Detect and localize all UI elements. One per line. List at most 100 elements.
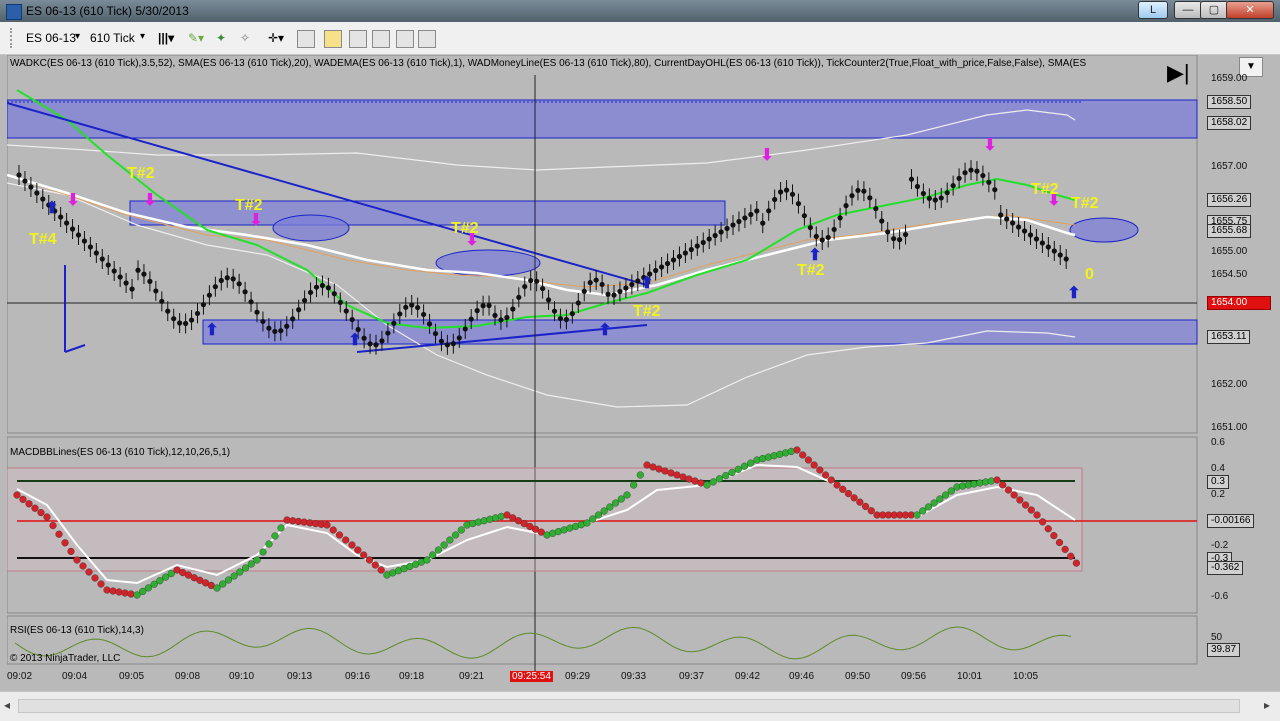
price-dot	[147, 278, 153, 284]
draw-tool-icon[interactable]: ✎▾	[188, 31, 204, 47]
x-tick: 09:05	[119, 671, 145, 682]
macd-dot	[833, 481, 841, 489]
price-dot	[974, 168, 980, 174]
price-dot	[581, 288, 587, 294]
macd-dot	[365, 556, 374, 564]
link-button[interactable]: L	[1138, 1, 1168, 19]
snapshot-icon[interactable]	[396, 30, 414, 48]
crosshair-icon[interactable]: ✛▾	[268, 31, 284, 47]
price-dot	[337, 299, 343, 306]
period-dropdown-icon[interactable]: ▾	[140, 31, 145, 47]
macd-dot	[103, 586, 111, 594]
x-tick: 09:10	[229, 671, 255, 682]
macd-dot	[839, 485, 847, 493]
macd-dot	[241, 564, 250, 572]
data-box-icon[interactable]	[324, 30, 342, 48]
macd-dot	[703, 481, 711, 489]
window-layout-icon[interactable]	[418, 30, 436, 48]
price-dot	[421, 311, 427, 318]
copyright: © 2013 NinjaTrader, LLC	[10, 653, 121, 664]
macd-dot	[799, 451, 807, 459]
price-dot	[700, 239, 706, 246]
price-dot	[694, 243, 700, 249]
trade-label: T#2	[235, 197, 263, 214]
instrument-dropdown-icon[interactable]: ▾	[75, 31, 80, 47]
period-selector[interactable]: 610 Tick	[90, 31, 135, 47]
scroll-left-icon[interactable]: ◂	[4, 698, 10, 712]
price-dot	[676, 253, 683, 260]
price-dot	[712, 232, 718, 239]
macd-dot	[856, 498, 864, 506]
price-dot	[75, 232, 82, 238]
minimize-button[interactable]: —	[1174, 1, 1202, 19]
price-dot	[34, 190, 40, 196]
price-dot	[474, 308, 480, 314]
macd-dot	[371, 561, 379, 569]
properties-icon[interactable]	[372, 30, 390, 48]
indicator-icon[interactable]: ✦	[216, 31, 226, 47]
chart-canvas[interactable]: ⬆⬆⬆⬆⬆⬆⬆⬇ ⬇⬇⬇⬇⬇⬇	[7, 55, 1270, 691]
macd-dot	[821, 471, 830, 479]
macd-dot	[19, 495, 27, 504]
x-tick: 09:21	[459, 671, 485, 682]
price-dot	[599, 281, 605, 288]
macd-y-tick: 0.2	[1211, 489, 1225, 500]
macd-dot	[1027, 506, 1035, 514]
price-indicator-legend: WADKC(ES 06-13 (610 Tick),3.5,52), SMA(E…	[10, 58, 1087, 69]
macd-dot	[360, 551, 368, 559]
macd-dot	[25, 500, 33, 508]
macd-dot	[265, 540, 273, 548]
macd-dot	[335, 531, 344, 539]
price-dot	[284, 323, 290, 329]
play-icon[interactable]: ▶|	[1167, 60, 1190, 86]
buy-arrow-icon: ⬆	[205, 322, 218, 339]
price-dot	[254, 309, 260, 315]
price-dot	[569, 311, 575, 317]
scroll-bar[interactable]: ◂ ▸	[0, 691, 1280, 721]
scroll-track[interactable]	[18, 699, 1240, 713]
macd-dot	[43, 513, 51, 521]
strategy-icon[interactable]: ✧	[240, 31, 250, 47]
price-dot	[879, 218, 885, 224]
price-dot	[688, 246, 694, 253]
chart-trader-icon[interactable]	[349, 30, 367, 48]
close-button[interactable]: ✕	[1226, 1, 1274, 19]
macd-dot	[259, 548, 267, 556]
price-dot	[403, 304, 409, 310]
macd-dot	[679, 473, 687, 481]
macd-dot	[919, 507, 927, 515]
price-dot	[373, 342, 379, 348]
price-dot	[391, 320, 397, 326]
macd-dot	[827, 476, 835, 484]
scroll-right-icon[interactable]: ▸	[1264, 698, 1270, 712]
macd-dot	[1016, 496, 1024, 504]
price-dot	[706, 236, 712, 242]
price-dot	[58, 214, 64, 220]
price-dot	[171, 316, 177, 322]
macd-dot	[451, 531, 460, 539]
macd-dot	[230, 572, 238, 580]
y-tick: 1659.00	[1211, 73, 1248, 84]
macd-dot	[930, 499, 938, 507]
price-dot	[81, 238, 88, 244]
bar-type-icon[interactable]: |||▾	[158, 31, 174, 47]
price-dot	[415, 304, 421, 311]
macd-value-box: -0.362	[1207, 561, 1244, 575]
sell-arrow-icon: ⬇	[983, 137, 996, 154]
instrument-selector[interactable]: ES 06-13	[26, 31, 76, 47]
price-dot	[64, 220, 70, 226]
price-dot	[236, 281, 242, 287]
price-dot	[754, 208, 760, 214]
macd-dot	[1044, 525, 1052, 533]
price-dot	[153, 288, 159, 294]
zoom-icon[interactable]	[297, 30, 315, 48]
price-box: 1658.50	[1207, 95, 1252, 109]
chart-area[interactable]: ⬆ ⬆ ⬆ ⬆ ⬆ ⬆ ⬆ ⬇ ⬇ ⬇ ⬇ ⬇ ⬇ ⬇ WADKC(ES 06-13 (610 Tick)…	[7, 55, 1271, 691]
macd-dot	[734, 465, 742, 473]
target-ellipse	[1069, 217, 1139, 243]
price-dot	[1016, 224, 1022, 230]
price-dot	[986, 179, 992, 185]
price-dot	[319, 282, 326, 289]
rsi-y-tick: 50	[1211, 632, 1223, 643]
maximize-button[interactable]: ▢	[1200, 1, 1228, 19]
